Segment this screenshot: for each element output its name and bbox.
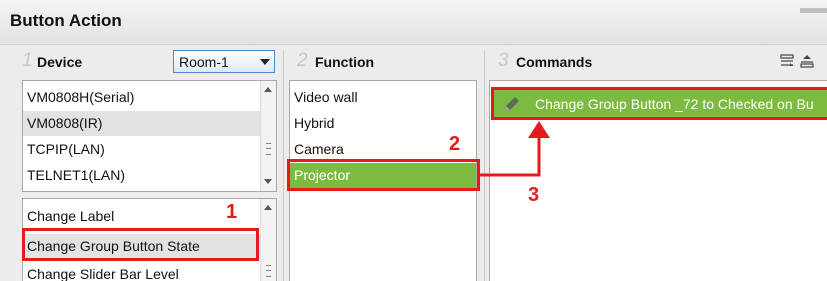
dialog-title: Button Action [10,11,122,30]
scroll-thumb[interactable] [266,265,271,277]
scroll-up-icon[interactable] [264,87,272,92]
function-column-label: Function [315,54,375,70]
highlight-box [287,159,480,191]
step-number-label: 1 [226,201,238,223]
commands-column-label: Commands [516,54,593,70]
column-divider [484,50,485,281]
device-column-label: Device [37,54,83,70]
highlight-box [22,228,259,261]
collapse-all-icon[interactable] [780,54,794,68]
column-divider [283,50,284,281]
room-select-value: Room-1 [179,54,229,70]
scroll-down-icon[interactable] [264,179,272,184]
function-column-header: 2 Function [297,50,467,74]
device-list[interactable]: VM0808H(Serial) VM0808(IR) TCPIP(LAN) TE… [22,80,277,192]
list-item[interactable]: TCPIP(LAN) [23,137,260,162]
scroll-up-icon[interactable] [264,205,272,210]
step-number: 3 [498,50,509,71]
step-number: 1 [22,50,33,71]
dialog-header: Button Action [0,0,827,45]
list-item[interactable]: Change Slider Bar Level [23,262,260,281]
list-item[interactable]: Change Label [23,204,260,229]
device-column-header: 1 Device [22,50,172,74]
action-list-scrollbar[interactable] [260,199,276,281]
chevron-down-icon[interactable] [260,59,270,65]
step-number-label: 2 [449,133,461,155]
expand-all-icon[interactable] [800,54,814,68]
command-item[interactable]: Change Group Button _72 to Checked on Bu [491,87,827,120]
list-item[interactable]: TELNET1(LAN) [23,163,260,188]
pencil-icon [504,97,519,111]
header-decoration [800,8,827,13]
list-item[interactable]: VM0808H(Serial) [23,85,260,110]
scroll-thumb[interactable] [266,143,271,155]
step-number: 2 [297,50,308,71]
commands-column-header: 3 Commands [498,50,698,74]
step-number-label: 3 [528,184,540,206]
list-item[interactable]: VM0808(IR) [23,111,260,136]
room-select[interactable]: Room-1 [173,50,275,73]
list-item[interactable]: Video wall [290,85,476,110]
device-list-scrollbar[interactable] [260,81,276,191]
command-text: Change Group Button _72 to Checked on Bu [535,96,814,112]
